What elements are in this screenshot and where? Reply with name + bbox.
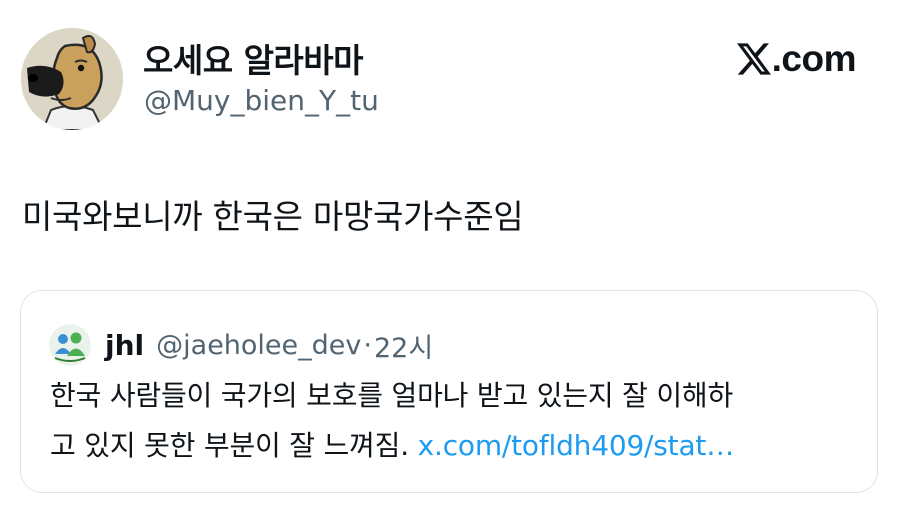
- author-avatar[interactable]: [21, 28, 123, 130]
- quoted-text-line-1: 한국 사람들이 국가의 보호를 얼마나 받고 있는지 잘 이해하: [50, 379, 734, 412]
- quoted-tweet-text: 한국 사람들이 국가의 보호를 얼마나 받고 있는지 잘 이해하 고 있지 못한…: [50, 371, 860, 471]
- quoted-author-handle[interactable]: @jaeholee_dev: [156, 330, 361, 361]
- quoted-tweet-link[interactable]: x.com/tofldh409/stat…: [418, 429, 735, 462]
- quoted-text-line-2: 고 있지 못한 부분이 잘 느껴짐. x.com/tofldh409/stat…: [50, 421, 860, 471]
- tweet-screenshot: 오세요 알라바마 @Muy_bien_Y_tu .com 미국와보니까 한국은 …: [0, 0, 900, 508]
- quoted-author-avatar[interactable]: [49, 324, 91, 366]
- quoted-tweet-card[interactable]: jhl @jaeholee_dev · 22시 한국 사람들이 국가의 보호를 …: [20, 290, 878, 493]
- meta-separator: ·: [363, 329, 372, 361]
- author-handle[interactable]: @Muy_bien_Y_tu: [144, 84, 379, 117]
- x-brand-watermark: .com: [736, 38, 857, 80]
- x-logo-icon: [736, 43, 771, 75]
- brand-domain-label: .com: [771, 38, 857, 79]
- author-display-name[interactable]: 오세요 알라바마: [143, 34, 364, 82]
- quoted-text-line-2-text: 고 있지 못한 부분이 잘 느껴짐.: [50, 429, 409, 462]
- messenger-people-avatar-icon: [49, 324, 91, 366]
- quoted-tweet-header: jhl @jaeholee_dev · 22시: [49, 324, 433, 366]
- tweet-text: 미국와보니까 한국은 마망국가수준임: [22, 197, 524, 236]
- cartoon-dog-avatar-icon: [21, 28, 123, 130]
- quoted-author-name[interactable]: jhl: [105, 329, 144, 362]
- quoted-tweet-time[interactable]: 22시: [374, 326, 433, 365]
